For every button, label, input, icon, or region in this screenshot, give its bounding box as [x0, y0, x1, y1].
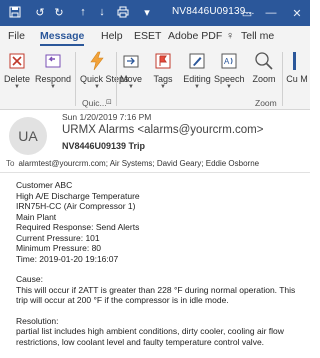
customize-quick-access-icon[interactable]: ▾	[140, 5, 154, 19]
close-icon[interactable]: ✕	[286, 3, 308, 23]
resolution-text: partial list includes high ambient condi…	[16, 326, 284, 347]
ribbon-tabs: File Message Help ESET Adobe PDF ♀ Tell …	[0, 26, 310, 48]
move-icon	[120, 50, 142, 72]
message-to-line: To alarmtest@yourcrm.com; Air Systems; Da…	[6, 159, 259, 168]
body-line: Main Plant	[16, 211, 57, 222]
chevron-down-icon: ▼	[194, 84, 200, 90]
tab-file[interactable]: File	[8, 30, 25, 42]
speech-button[interactable]: A Speech ▼	[214, 50, 245, 91]
resolution-label: Resolution:	[16, 315, 59, 326]
ribbon-divider	[75, 52, 76, 106]
customize-button[interactable]: Cu M	[286, 50, 308, 84]
delete-icon	[6, 50, 28, 72]
down-arrow-icon[interactable]: ↓	[95, 5, 109, 19]
print-icon[interactable]	[116, 5, 130, 19]
chevron-down-icon: ▼	[160, 84, 166, 90]
tab-eset[interactable]: ESET	[134, 30, 161, 42]
move-button[interactable]: Move ▼	[118, 50, 144, 91]
quick-steps-button[interactable]: Quick Steps ▼	[80, 50, 129, 91]
title-bar: ↺ ↻ ↑ ↓ ▾ NV8446U09139... ▭ — ✕	[0, 0, 310, 26]
ribbon: Delete ▼ Respond ▼ Quick Steps ▼ Quic...…	[0, 48, 310, 110]
group-label-quick-steps: Quic...	[82, 98, 107, 108]
cause-label: Cause:	[16, 274, 43, 284]
editing-icon	[186, 50, 208, 72]
respond-icon	[42, 50, 64, 72]
ribbon-display-icon[interactable]: ▭	[236, 3, 258, 23]
body-line: Minimum Pressure: 80	[16, 243, 102, 253]
up-arrow-icon[interactable]: ↑	[76, 5, 90, 19]
save-icon[interactable]	[8, 5, 22, 19]
chevron-down-icon: ▼	[50, 84, 56, 90]
body-line: Current Pressure: 101	[16, 232, 100, 243]
dialog-launcher-icon[interactable]: ⊡	[106, 98, 112, 106]
redo-icon[interactable]: ↻	[52, 5, 66, 19]
tags-button[interactable]: Tags ▼	[150, 50, 176, 91]
message-header	[0, 110, 310, 190]
message-subject: NV8446U09139 Trip	[62, 141, 146, 151]
to-label: To	[6, 159, 15, 168]
body-line: Time: 2019-01-20 19:16:07	[16, 253, 119, 264]
avatar: UA	[9, 117, 47, 155]
body-line: Required Response: Send Alerts	[16, 222, 140, 232]
svg-text:A: A	[224, 57, 230, 66]
chevron-down-icon: ▼	[226, 84, 232, 90]
zoom-button[interactable]: Zoom	[250, 50, 278, 84]
message-from[interactable]: URMX Alarms <alarms@yourcrm.com>	[62, 124, 263, 136]
header-divider	[0, 172, 310, 173]
tab-help[interactable]: Help	[101, 30, 123, 42]
tab-message[interactable]: Message	[40, 30, 85, 46]
message-body: Customer ABC High A/E Discharge Temperat…	[16, 180, 306, 347]
respond-button[interactable]: Respond ▼	[34, 50, 72, 91]
body-line: High A/E Discharge Temperature	[16, 190, 140, 201]
ribbon-divider	[282, 52, 283, 106]
customize-icon	[286, 50, 308, 72]
group-label-zoom: Zoom	[255, 98, 277, 108]
speech-icon: A	[218, 50, 240, 72]
cause-text: This will occur if 2ATT is greater than …	[16, 284, 296, 306]
editing-button[interactable]: Editing ▼	[180, 50, 214, 91]
tab-adobe-pdf[interactable]: Adobe PDF	[168, 30, 222, 42]
tab-tell-me[interactable]: Tell me	[241, 30, 274, 42]
chevron-down-icon: ▼	[94, 84, 100, 90]
chevron-down-icon: ▼	[14, 84, 20, 90]
undo-icon[interactable]: ↺	[33, 5, 47, 19]
lightning-icon	[86, 50, 108, 72]
zoom-icon	[253, 50, 275, 72]
body-line: Customer ABC	[16, 180, 73, 190]
delete-button[interactable]: Delete ▼	[3, 50, 31, 91]
message-date: Sun 1/20/2019 7:16 PM	[62, 112, 152, 122]
lightbulb-icon[interactable]: ♀	[226, 30, 234, 42]
minimize-icon[interactable]: —	[260, 3, 282, 23]
message-recipients[interactable]: alarmtest@yourcrm.com; Air Systems; Davi…	[18, 159, 259, 168]
ribbon-divider	[116, 52, 117, 106]
flag-icon	[152, 50, 174, 72]
body-line: IRN75H-CC (Air Compressor 1)	[16, 201, 136, 211]
chevron-down-icon: ▼	[128, 84, 134, 90]
